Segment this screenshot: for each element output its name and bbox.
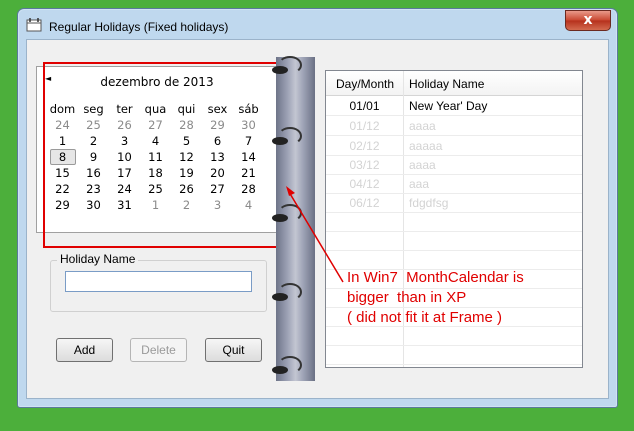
annotation-line-1: In Win7 MonthCalendar is <box>347 269 524 286</box>
annotation-line-3: ( did not fit it at Frame ) <box>347 309 503 326</box>
annotation-arrow <box>286 186 344 283</box>
annotation-line-2: bigger than in XP <box>347 289 467 306</box>
annotation-text: In Win7 MonthCalendar is bigger than in … <box>347 268 524 328</box>
